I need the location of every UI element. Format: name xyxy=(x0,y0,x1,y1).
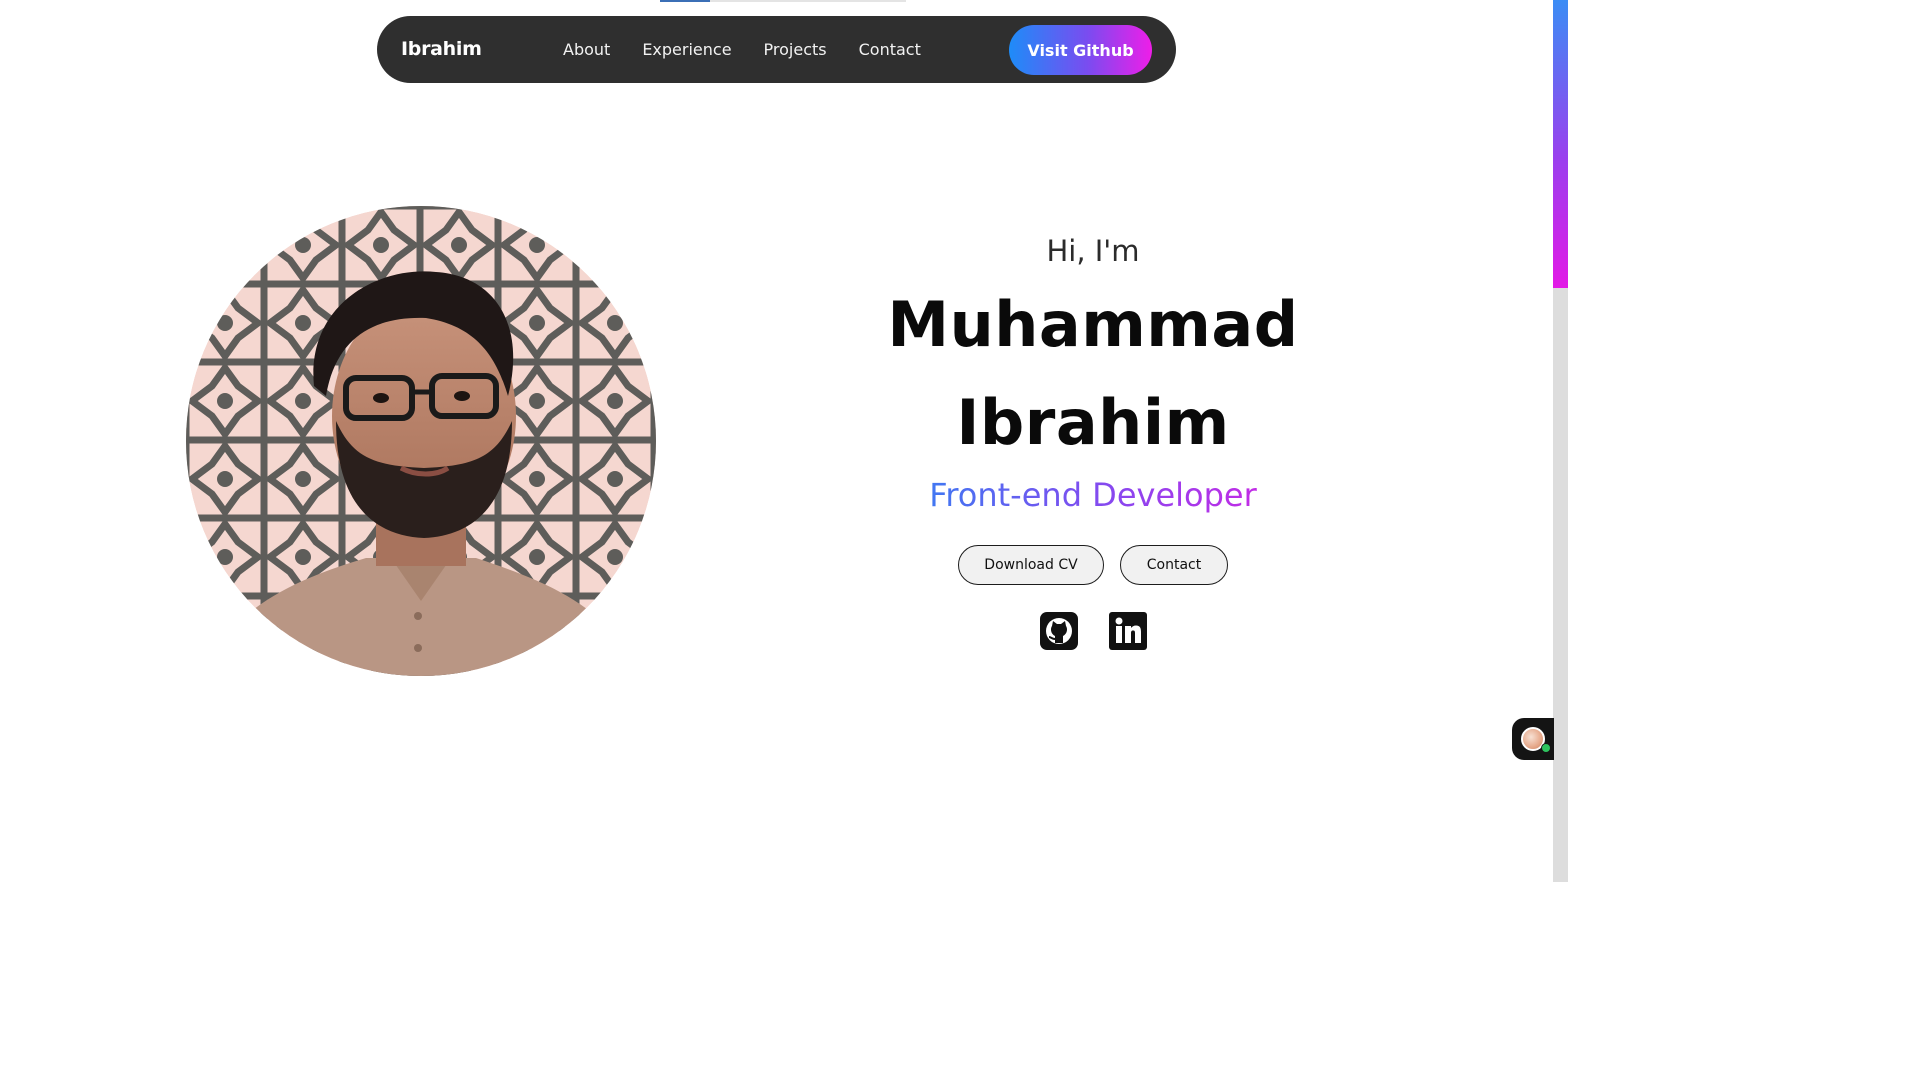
nav-link-experience[interactable]: Experience xyxy=(642,40,731,59)
brand-logo[interactable]: Ibrahim xyxy=(401,16,482,83)
hero-role: Front-end Developer xyxy=(840,476,1346,514)
nav-links: About Experience Projects Contact xyxy=(563,16,953,83)
contact-button[interactable]: Contact xyxy=(1120,545,1228,585)
visit-github-button[interactable]: Visit Github xyxy=(1009,25,1152,75)
scrollbar-thumb[interactable] xyxy=(1553,0,1568,288)
hero-button-row: Download CV Contact xyxy=(840,545,1346,585)
github-icon[interactable] xyxy=(1040,612,1078,650)
portfolio-page: Ibrahim About Experience Projects Contac… xyxy=(0,0,1568,882)
hero-greeting: Hi, I'm xyxy=(1046,234,1140,268)
online-status-dot xyxy=(1541,743,1551,753)
download-cv-button[interactable]: Download CV xyxy=(958,545,1104,585)
hero-name-last: Ibrahim xyxy=(956,386,1230,459)
profile-photo xyxy=(186,206,656,676)
scrollbar[interactable] xyxy=(1553,0,1568,882)
navbar: Ibrahim About Experience Projects Contac… xyxy=(377,16,1176,83)
scroll-progress-fill xyxy=(660,0,710,2)
nav-link-about[interactable]: About xyxy=(563,40,610,59)
linkedin-icon[interactable] xyxy=(1109,612,1147,650)
scroll-progress-bar xyxy=(660,0,906,2)
profile-photo-illustration xyxy=(186,206,656,676)
chat-widget-button[interactable] xyxy=(1512,718,1554,760)
hero-name-first: Muhammad xyxy=(887,288,1299,361)
nav-link-contact[interactable]: Contact xyxy=(859,40,921,59)
nav-link-projects[interactable]: Projects xyxy=(764,40,827,59)
